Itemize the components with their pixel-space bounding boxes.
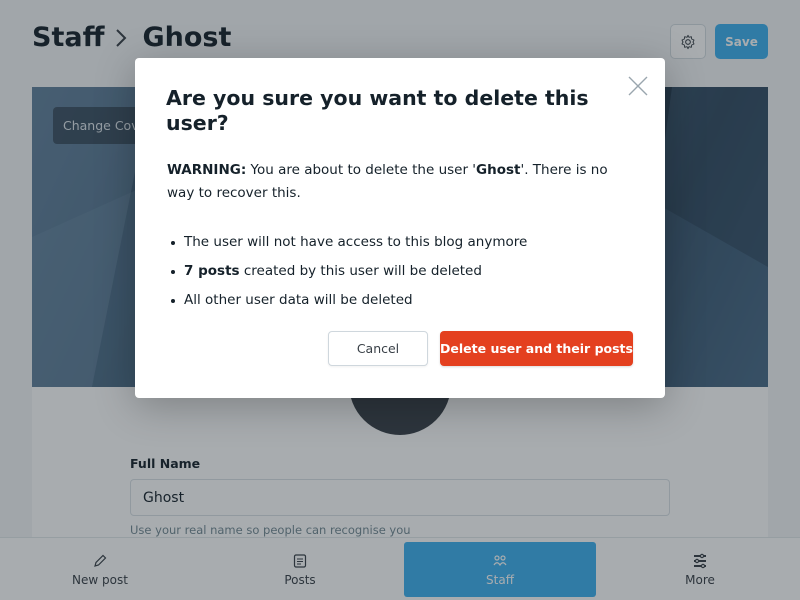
list-item: All other user data will be deleted <box>167 286 637 315</box>
list-item: The user will not have access to this bl… <box>167 228 637 257</box>
delete-user-modal: Are you sure you want to delete this use… <box>135 58 665 398</box>
warning-user: Ghost <box>476 162 521 178</box>
consequence-list: The user will not have access to this bl… <box>167 228 637 315</box>
bullet-3-text: All other user data will be deleted <box>184 292 413 308</box>
close-icon[interactable] <box>627 75 649 97</box>
cancel-button[interactable]: Cancel <box>328 331 428 366</box>
modal-warning: WARNING: You are about to delete the use… <box>167 159 637 205</box>
warning-prefix: WARNING: <box>167 162 247 178</box>
bullet-2-text: created by this user will be deleted <box>239 263 482 279</box>
bullet-1-text: The user will not have access to this bl… <box>184 234 528 250</box>
post-count: 7 posts <box>184 263 240 279</box>
warning-text-1: You are about to delete the user ' <box>246 162 477 178</box>
list-item: 7 posts created by this user will be del… <box>167 257 637 286</box>
delete-user-button[interactable]: Delete user and their posts <box>440 331 633 366</box>
modal-title: Are you sure you want to delete this use… <box>166 86 589 135</box>
